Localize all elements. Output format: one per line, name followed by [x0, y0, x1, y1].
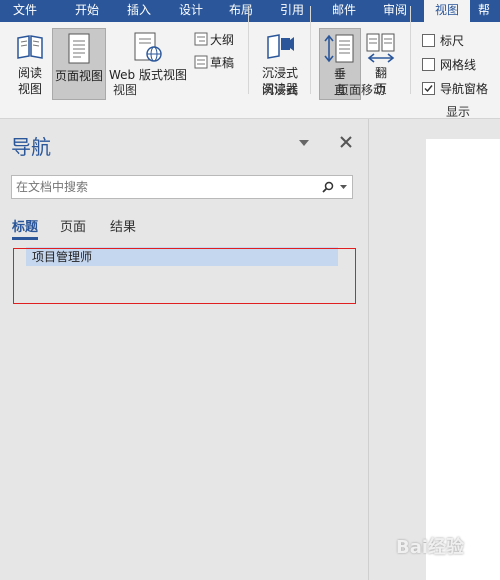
print-layout-button[interactable]: 页面视图: [52, 28, 106, 100]
immersive-reader-icon: [267, 34, 294, 59]
outline-button[interactable]: 大纲: [192, 30, 242, 48]
gridlines-check-box[interactable]: [422, 58, 435, 71]
nav-tab-headings[interactable]: 标题: [12, 216, 38, 235]
page-icon: [68, 33, 90, 64]
watermark: Bai经验: [396, 537, 465, 558]
gridlines-label: 网格线: [440, 58, 477, 72]
read-mode-button[interactable]: 阅读 视图: [10, 28, 50, 100]
checkmark-icon: [424, 85, 433, 93]
vertical-label-1: 垂: [333, 67, 346, 81]
draft-button[interactable]: 草稿: [192, 53, 242, 71]
navigation-pane-check-box[interactable]: [422, 82, 435, 95]
tab-mailings[interactable]: 邮件: [325, 0, 363, 22]
gridlines-checkbox[interactable]: 网格线: [420, 56, 498, 72]
immersive-reader-label-1: 沉浸式: [261, 66, 298, 80]
tab-references[interactable]: 引用: [273, 0, 311, 22]
tab-home[interactable]: 开始: [68, 0, 106, 22]
nav-tab-pages[interactable]: 页面: [60, 216, 86, 235]
group-divider: [410, 6, 411, 94]
read-mode-label-2: 视图: [17, 82, 42, 96]
search-input[interactable]: [14, 177, 318, 197]
navigation-pane-checkbox[interactable]: 导航窗格: [420, 80, 500, 96]
group-label-show: 显示: [445, 105, 470, 119]
side-to-side-icon: [366, 33, 395, 63]
nav-pane-title: 导航: [11, 135, 51, 159]
ruler-label: 标尺: [440, 34, 465, 48]
document-page[interactable]: [426, 139, 500, 580]
nav-search-box[interactable]: [11, 175, 353, 199]
pane-options-icon[interactable]: [298, 138, 310, 148]
draft-icon: [194, 55, 208, 69]
close-icon[interactable]: [339, 135, 353, 149]
group-label-page-movement: 页面移动: [336, 83, 385, 97]
navigation-pane-label: 导航窗格: [440, 82, 489, 96]
draft-label: 草稿: [210, 56, 235, 70]
tab-design[interactable]: 设计: [172, 0, 210, 22]
ruler-check-box[interactable]: [422, 34, 435, 47]
read-mode-label-1: 阅读: [17, 66, 42, 80]
search-dropdown-icon[interactable]: [340, 184, 348, 190]
outline-label: 大纲: [210, 33, 235, 47]
group-label-views: 视图: [112, 83, 137, 97]
group-divider: [310, 6, 311, 94]
tab-insert[interactable]: 插入: [120, 0, 158, 22]
vertical-scroll-icon: [324, 34, 354, 63]
outline-icon: [194, 32, 208, 46]
ribbon-tab-bar: 文件 开始 插入 设计 布局 引用 邮件 审阅 视图 帮: [0, 0, 500, 22]
highlight-annotation-box: [13, 248, 356, 304]
tab-view[interactable]: 视图: [424, 0, 470, 22]
tab-layout[interactable]: 布局: [222, 0, 260, 22]
group-label-immersive: 沉浸式: [261, 83, 298, 97]
book-icon: [17, 35, 43, 59]
tab-review[interactable]: 审阅: [376, 0, 414, 22]
group-divider: [248, 6, 249, 94]
tab-help[interactable]: 帮: [478, 0, 500, 22]
web-page-icon: [134, 32, 162, 62]
print-layout-label: 页面视图: [54, 69, 103, 83]
ruler-checkbox[interactable]: 标尺: [420, 32, 498, 48]
nav-tab-results[interactable]: 结果: [110, 216, 136, 235]
active-tab-underline: [12, 237, 38, 240]
side-to-side-label-1: 翻: [374, 66, 387, 80]
search-icon[interactable]: [322, 181, 334, 193]
tab-file[interactable]: 文件: [6, 0, 44, 22]
